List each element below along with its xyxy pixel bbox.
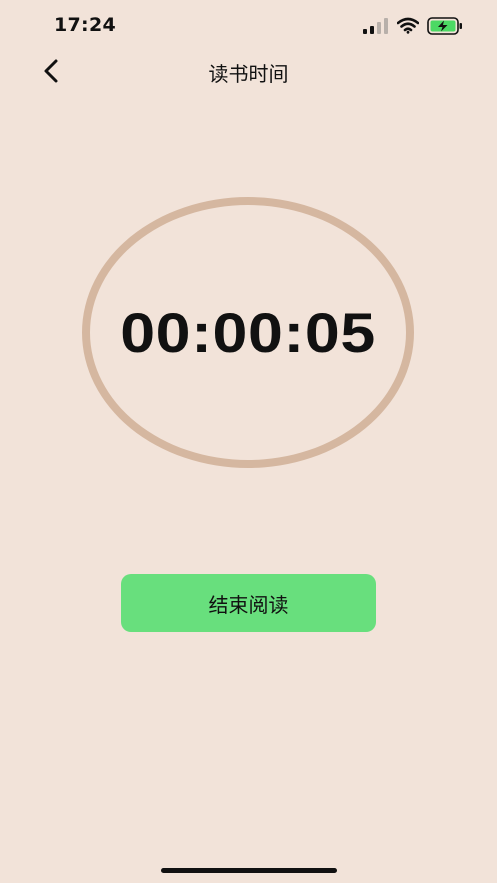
end-reading-button[interactable]: 结束阅读 (121, 574, 376, 632)
elapsed-time-display: 00:00:05 (120, 301, 376, 364)
status-time: 17:24 (54, 14, 116, 36)
wifi-icon (397, 17, 419, 34)
cellular-signal-icon (363, 18, 388, 34)
battery-charging-icon (427, 17, 462, 35)
status-bar: 17:24 (0, 0, 497, 54)
home-indicator[interactable] (161, 868, 337, 873)
navigation-bar: 读书时间 (0, 54, 497, 88)
page-title: 读书时间 (208, 62, 289, 86)
